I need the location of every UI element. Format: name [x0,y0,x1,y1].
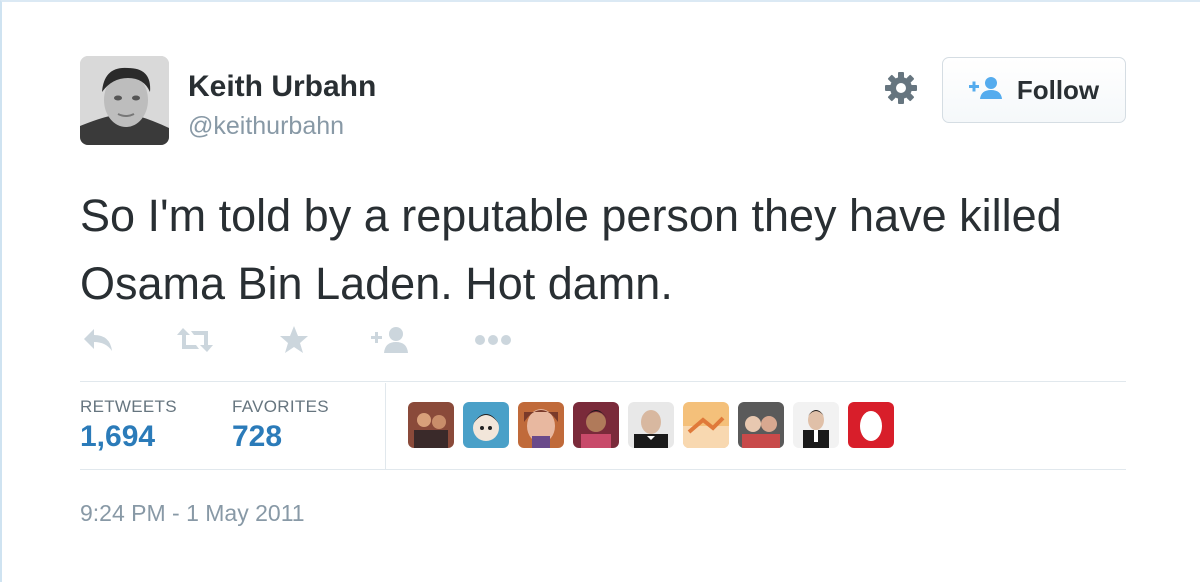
favoriter-avatar[interactable] [738,402,784,448]
favorite-star-icon[interactable] [279,320,309,360]
retweets-label: RETWEETS [80,397,177,416]
more-dots-icon[interactable] [474,320,512,360]
favoriter-avatar[interactable] [848,402,894,448]
favoriters-list [408,402,894,448]
favoriter-avatar[interactable] [628,402,674,448]
user-handle[interactable]: @keithurbahn [188,112,344,141]
favoriter-avatar[interactable] [518,402,564,448]
follow-button[interactable]: Follow [942,57,1126,123]
favoriter-avatar[interactable] [573,402,619,448]
user-display-name[interactable]: Keith Urbahn [188,70,376,104]
favoriter-avatar[interactable] [683,402,729,448]
reply-icon[interactable] [82,320,114,360]
retweets-count[interactable]: 1,694 [80,420,155,454]
follow-plus-icon[interactable] [371,320,411,360]
favorites-label: FAVORITES [232,397,329,416]
favorites-count[interactable]: 728 [232,420,282,454]
stats-top-divider [80,381,1126,382]
gear-icon[interactable] [883,70,919,106]
stats-bottom-divider [80,469,1126,470]
favoriter-avatar[interactable] [463,402,509,448]
tweet-timestamp[interactable]: 9:24 PM - 1 May 2011 [80,500,305,527]
favoriter-avatar[interactable] [408,402,454,448]
add-user-icon [968,76,1005,105]
follow-button-label: Follow [1016,74,1100,105]
retweet-icon[interactable] [176,320,214,360]
favoriter-avatar[interactable] [793,402,839,448]
stats-vertical-divider [385,383,386,469]
profile-avatar[interactable] [80,56,169,145]
tweet-text: So I'm told by a reputable person they h… [80,190,1062,309]
